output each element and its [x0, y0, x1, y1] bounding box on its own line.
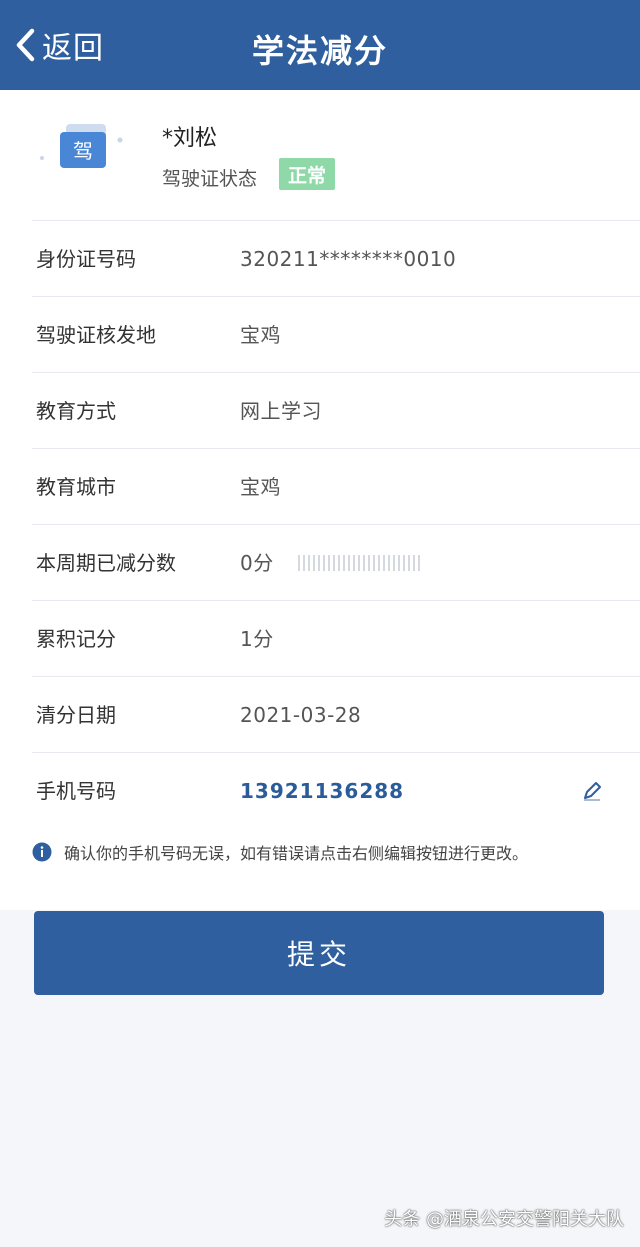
row-label: 累积记分 — [36, 627, 116, 651]
points-reduced-value: 0分 — [240, 551, 274, 575]
row-education-city: 教育城市 宝鸡 — [32, 448, 640, 524]
license-status-label: 驾驶证状态 — [162, 168, 258, 190]
row-points-reduced: 本周期已减分数 0分 — [32, 524, 640, 600]
license-icon-text: 驾 — [73, 139, 93, 163]
row-label: 本周期已减分数 — [36, 551, 176, 575]
page-title: 学法减分 — [251, 32, 388, 70]
license-issuer-value: 宝鸡 — [240, 323, 281, 347]
row-label: 清分日期 — [36, 703, 116, 727]
id-number-value: 320211********0010 — [240, 247, 457, 271]
row-clear-date: 清分日期 2021-03-28 — [32, 676, 640, 752]
submit-button[interactable]: 提交 — [34, 911, 604, 995]
page: 返回 学法减分 驾 *刘松 驾驶证状态 正常 身份证号码 320211*****… — [0, 0, 640, 1247]
redacted-bar — [298, 555, 420, 571]
row-license-issuer: 驾驶证核发地 宝鸡 — [32, 296, 640, 372]
row-accumulated-points: 累积记分 1分 — [32, 600, 640, 676]
accumulated-points-value: 1分 — [240, 627, 274, 651]
row-label: 教育方式 — [36, 399, 116, 423]
row-label: 手机号码 — [36, 779, 116, 803]
info-text: 确认你的手机号码无误，如有错误请点击右侧编辑按钮进行更改。 — [64, 844, 529, 863]
clear-date-value: 2021-03-28 — [240, 703, 362, 727]
row-education-method: 教育方式 网上学习 — [32, 372, 640, 448]
driver-license-icon: 驾 — [40, 124, 123, 168]
profile-section: 驾 *刘松 驾驶证状态 正常 — [0, 90, 640, 220]
row-phone-number: 手机号码 13921136288 — [32, 752, 640, 828]
info-message: 确认你的手机号码无误，如有错误请点击右侧编辑按钮进行更改。 — [32, 832, 632, 872]
row-label: 教育城市 — [36, 475, 116, 499]
education-city-value: 宝鸡 — [240, 475, 281, 499]
driver-name: *刘松 — [162, 126, 218, 151]
row-id-number: 身份证号码 320211********0010 — [32, 220, 640, 296]
row-label: 身份证号码 — [36, 247, 136, 271]
education-method-value: 网上学习 — [240, 399, 322, 423]
status-badge: 正常 — [279, 158, 335, 190]
info-card: 驾 *刘松 驾驶证状态 正常 身份证号码 320211********0010 … — [0, 90, 640, 910]
phone-number-value: 13921136288 — [240, 779, 405, 803]
row-label: 驾驶证核发地 — [36, 323, 156, 347]
top-bar: 返回 学法减分 — [0, 0, 640, 90]
info-icon — [32, 842, 52, 862]
edit-pencil-icon[interactable] — [580, 779, 604, 803]
watermark: 头条 @酒泉公安交警阳关大队 — [384, 1209, 624, 1230]
